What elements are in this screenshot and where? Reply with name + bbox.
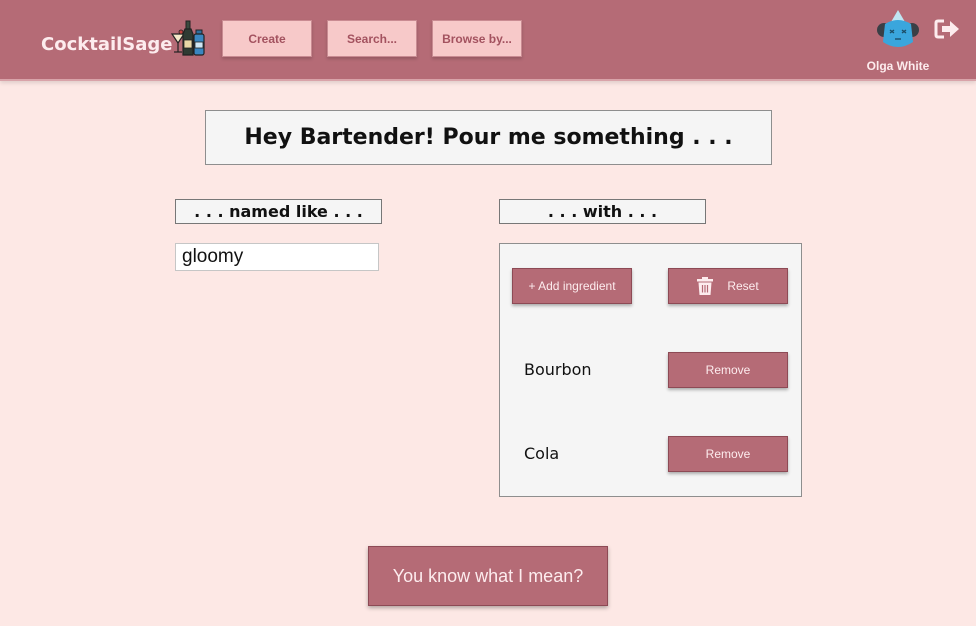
submit-button[interactable]: You know what I mean?	[368, 546, 608, 606]
logout-icon[interactable]	[934, 18, 960, 40]
reset-label: Reset	[727, 279, 759, 293]
remove-ingredient-button[interactable]: Remove	[668, 436, 788, 472]
named-like-label: . . . named like . . .	[175, 199, 382, 224]
create-button[interactable]: Create	[222, 20, 312, 57]
cocktail-name-input[interactable]	[175, 243, 379, 271]
ingredient-name: Bourbon	[524, 360, 592, 379]
top-navbar: CocktailSage Create Search... Browse by.…	[0, 0, 976, 81]
search-button[interactable]: Search...	[327, 20, 417, 57]
ingredient-name: Cola	[524, 444, 560, 463]
with-label: . . . with . . .	[499, 199, 706, 224]
brand-name[interactable]: CocktailSage	[41, 34, 173, 55]
trash-icon	[697, 277, 714, 295]
username[interactable]: Olga White	[858, 59, 938, 73]
user-avatar-icon[interactable]	[875, 8, 921, 54]
add-ingredient-button[interactable]: + Add ingredient	[512, 268, 632, 304]
cocktail-bottles-icon	[170, 20, 205, 56]
reset-button[interactable]: Reset	[668, 268, 788, 304]
browse-button[interactable]: Browse by...	[432, 20, 522, 57]
remove-ingredient-button[interactable]: Remove	[668, 352, 788, 388]
page-title: Hey Bartender! Pour me something . . .	[205, 110, 772, 165]
